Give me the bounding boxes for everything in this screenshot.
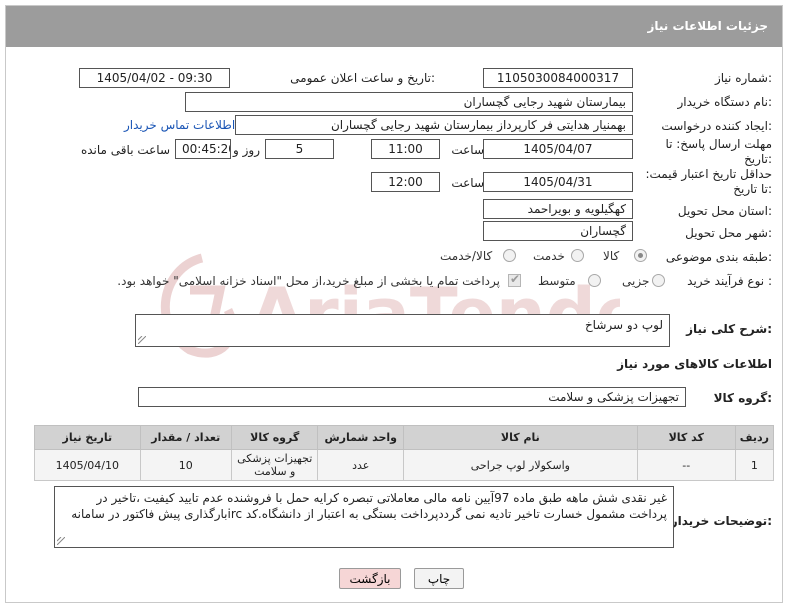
cell-unit: عدد bbox=[317, 449, 405, 481]
category-option-service: خدمت bbox=[533, 249, 565, 263]
purchase-process-label: نوع فرآیند خرید : bbox=[687, 274, 772, 288]
process-radio-minor[interactable] bbox=[652, 274, 665, 287]
need-number-field: 1105030084000317 bbox=[483, 68, 633, 88]
buyer-notes-label: توضیحات خریدار: bbox=[670, 514, 772, 528]
category-option-goods-service: کالا/خدمت bbox=[440, 249, 493, 263]
general-description-field: لوپ دو سرشاخ bbox=[135, 314, 670, 347]
table-row: 1 -- واسکولار لوپ جراحی عدد تجهیزات پزشک… bbox=[34, 449, 775, 481]
buyer-notes-field: غیر نقدی شش ماهه طبق ماده 97آیین نامه ما… bbox=[54, 486, 674, 548]
treasury-payment-note: پرداخت تمام یا بخشی از مبلغ خرید،از محل … bbox=[117, 274, 500, 288]
delivery-province-label: استان محل تحویل: bbox=[677, 204, 772, 218]
price-validity-time-label: ساعت bbox=[451, 176, 484, 190]
category-label: طبقه بندی موضوعی: bbox=[665, 250, 772, 264]
process-radio-medium[interactable] bbox=[588, 274, 601, 287]
day-and-label: روز و bbox=[233, 143, 260, 157]
deadline-time-label: ساعت bbox=[451, 143, 484, 157]
page-header: جزئیات اطلاعات نیاز bbox=[6, 6, 782, 47]
general-description-text: لوپ دو سرشاخ bbox=[584, 318, 663, 332]
goods-table: ردیف کد کالا نام کالا واحد شمارش گروه کا… bbox=[34, 425, 775, 481]
remaining-time-field: 00:45:20 bbox=[175, 139, 231, 159]
back-button[interactable]: بازگشت bbox=[339, 568, 401, 589]
print-button[interactable]: چاپ bbox=[414, 568, 464, 589]
col-quantity: تعداد / مقدار bbox=[139, 425, 232, 450]
buyer-contact-link[interactable]: اطلاعات تماس خریدار bbox=[124, 118, 235, 132]
cell-name: واسکولار لوپ جراحی bbox=[403, 449, 638, 481]
goods-group-label: گروه کالا: bbox=[713, 391, 772, 405]
cell-row: 1 bbox=[734, 449, 775, 481]
process-option-medium: متوسط bbox=[538, 274, 576, 288]
delivery-city-field: گچساران bbox=[483, 221, 633, 241]
buyer-name-label: نام دستگاه خریدار: bbox=[677, 95, 773, 109]
price-validity-date-field: 1405/04/31 bbox=[483, 172, 633, 192]
deadline-label: مهلت ارسال پاسخ: تا تاریخ: bbox=[665, 137, 772, 166]
category-option-goods: کالا bbox=[603, 249, 620, 263]
deadline-days-field: 5 bbox=[265, 139, 334, 159]
delivery-city-label: شهر محل تحویل: bbox=[685, 226, 772, 240]
cell-code: -- bbox=[636, 449, 736, 481]
col-unit: واحد شمارش bbox=[317, 425, 405, 450]
request-creator-label: ایجاد کننده درخواست: bbox=[661, 119, 772, 133]
announce-datetime-label: تاریخ و ساعت اعلان عمومی: bbox=[290, 71, 435, 85]
resize-handle-icon bbox=[138, 336, 146, 344]
goods-info-title: اطلاعات کالاهای مورد نیاز bbox=[617, 357, 772, 371]
need-number-label: شماره نیاز: bbox=[714, 71, 772, 85]
delivery-province-field: کهگیلویه و بویراحمد bbox=[483, 199, 633, 219]
buyer-name-field: بیمارستان شهید رجایی گچساران bbox=[185, 92, 633, 112]
deadline-date-field: 1405/04/07 bbox=[483, 139, 633, 159]
goods-group-field: تجهیزات پزشکی و سلامت bbox=[138, 387, 686, 407]
cell-date: 1405/04/10 bbox=[34, 449, 141, 481]
remaining-label: ساعت باقی مانده bbox=[80, 143, 170, 157]
price-validity-label: حداقل تاریخ اعتبار قیمت: تا تاریخ: bbox=[645, 167, 772, 196]
category-radio-service[interactable] bbox=[571, 249, 584, 262]
process-option-minor: جزیی bbox=[622, 274, 650, 288]
col-group: گروه کالا bbox=[230, 425, 319, 450]
category-radio-goods[interactable] bbox=[634, 249, 647, 262]
cell-group: تجهیزات پزشکی و سلامت bbox=[230, 449, 319, 481]
treasury-payment-checkbox[interactable]: ✔ bbox=[508, 272, 521, 287]
deadline-time-field: 11:00 bbox=[371, 139, 440, 159]
cell-quantity: 10 bbox=[139, 449, 232, 481]
resize-handle-icon bbox=[57, 537, 65, 545]
col-row: ردیف bbox=[734, 425, 775, 450]
col-code: کد کالا bbox=[636, 425, 736, 450]
category-radio-goods-service[interactable] bbox=[503, 249, 516, 262]
goods-table-header: ردیف کد کالا نام کالا واحد شمارش گروه کا… bbox=[34, 425, 775, 450]
col-name: نام کالا bbox=[403, 425, 638, 450]
request-creator-field: بهمنیار هدایتی فر کارپرداز بیمارستان شهی… bbox=[235, 115, 633, 135]
price-validity-time-field: 12:00 bbox=[371, 172, 440, 192]
announce-datetime-field: 1405/04/02 - 09:30 bbox=[79, 68, 230, 88]
col-date: تاریخ نیاز bbox=[34, 425, 141, 450]
page-title: جزئیات اطلاعات نیاز bbox=[647, 19, 768, 33]
general-description-label: شرح کلی نیاز: bbox=[686, 322, 772, 336]
buyer-notes-text: غیر نقدی شش ماهه طبق ماده 97آیین نامه ما… bbox=[71, 491, 667, 521]
